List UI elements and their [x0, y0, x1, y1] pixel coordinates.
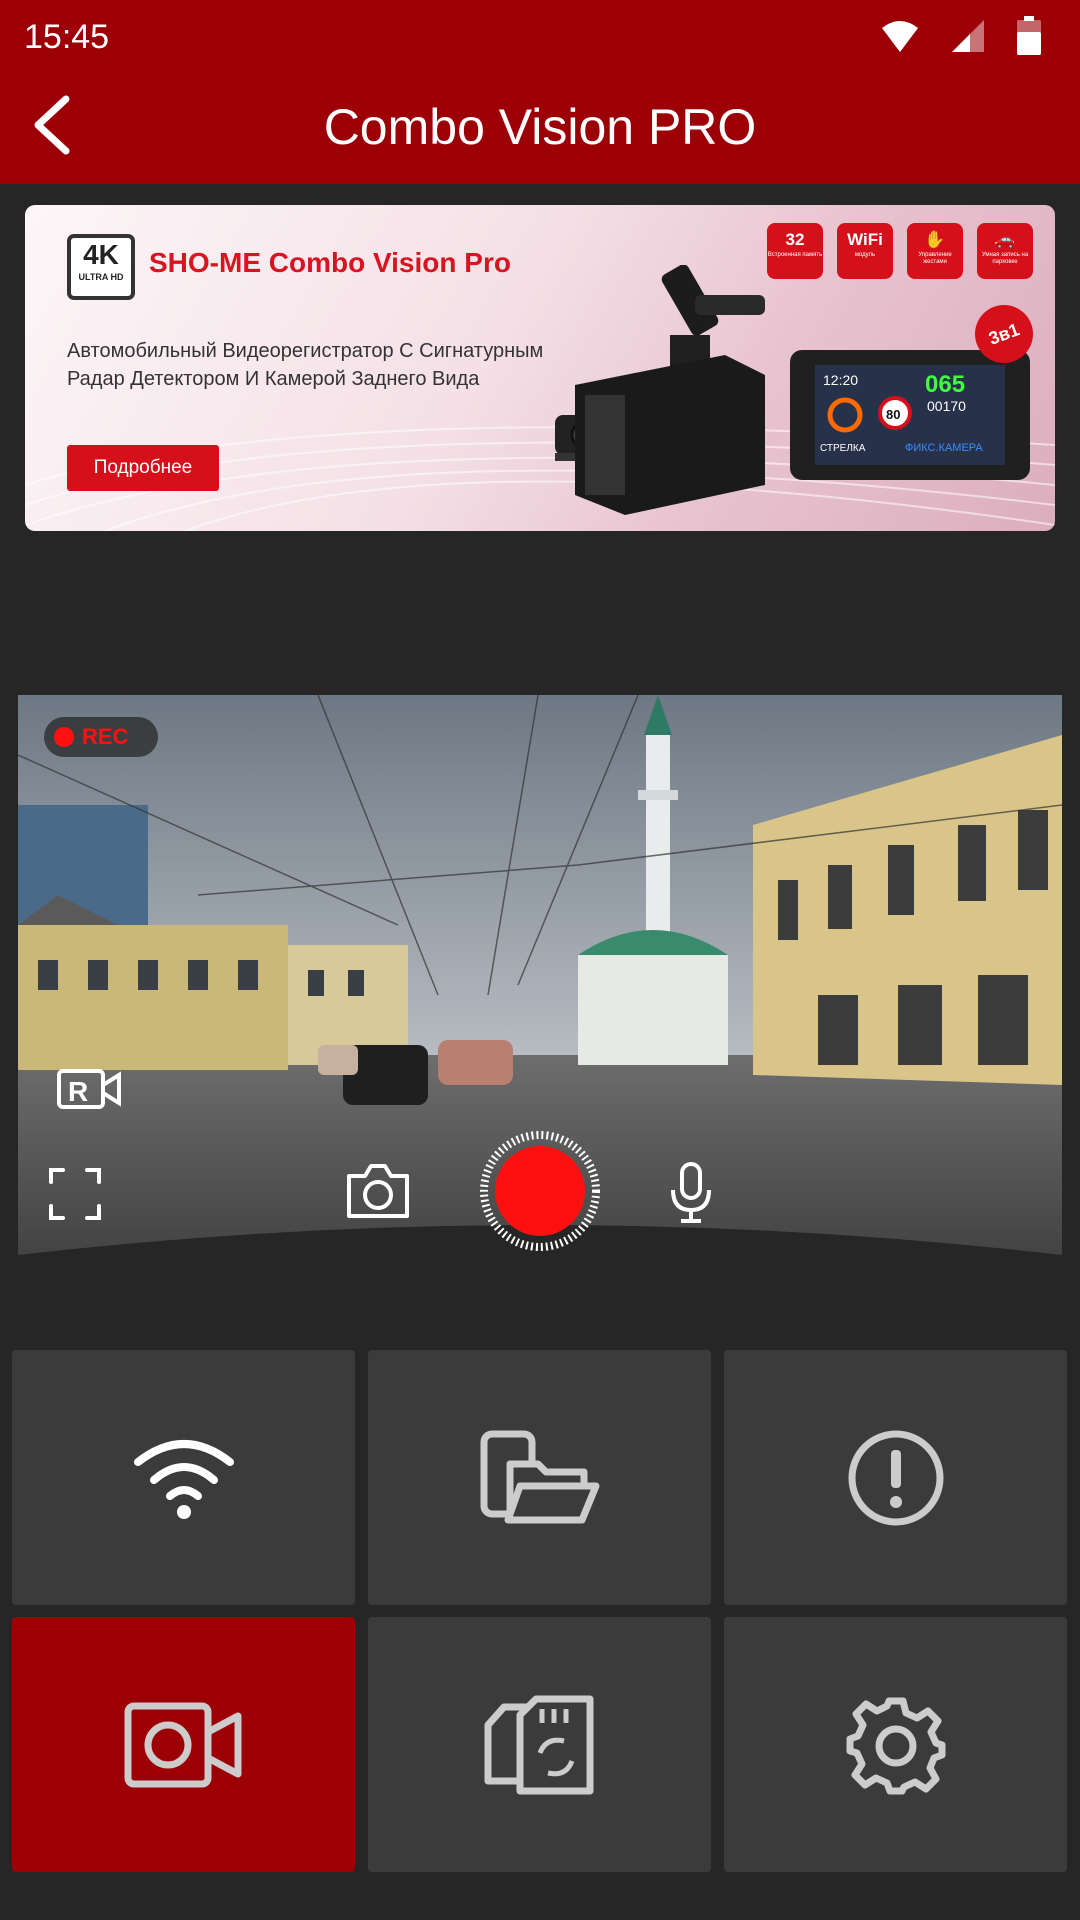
- page-title: Combo Vision PRO: [323, 99, 757, 155]
- info-tile[interactable]: [724, 1350, 1067, 1605]
- cellular-signal-icon: [952, 20, 984, 52]
- function-grid: [12, 1350, 1068, 1872]
- feature-gesture-sub: Управление жестами: [918, 252, 952, 265]
- rec-indicator: REC: [44, 717, 158, 757]
- rear-camera-button[interactable]: R: [54, 1065, 124, 1113]
- sd-card-tile[interactable]: [368, 1617, 711, 1872]
- feature-parking-main: 🚗: [994, 230, 1016, 249]
- status-icons: [880, 16, 1042, 56]
- banner-description: Автомобильный Видеорегистратор С Сигнату…: [67, 340, 544, 390]
- feature-wifi-sub: модуль: [854, 252, 876, 258]
- gear-icon: [846, 1697, 945, 1794]
- record-button[interactable]: [480, 1131, 600, 1251]
- record-video-tile[interactable]: [12, 1617, 355, 1872]
- app-bar: Combo Vision PRO: [0, 76, 1080, 184]
- dashcam-product-image: 12:20 065 80 00170 СТРЕЛКА ФИКС.КАМЕРА: [555, 265, 1030, 515]
- screen-label-left: СТРЕЛКА: [820, 443, 866, 454]
- files-tile[interactable]: [368, 1350, 711, 1605]
- folder-device-icon: [480, 1430, 599, 1523]
- 4k-badge: 4K ULTRA HD: [67, 234, 135, 300]
- live-video-preview[interactable]: REC R: [18, 695, 1062, 1281]
- 4k-badge-text: 4K: [83, 239, 119, 270]
- wifi-icon: [133, 1439, 234, 1519]
- feature-memory-main: 32: [785, 230, 805, 249]
- fullscreen-icon: [49, 1168, 101, 1220]
- screen-limit: 80: [886, 407, 900, 422]
- promo-banner[interactable]: 4K ULTRA HD SHO-ME Combo Vision Pro Авто…: [25, 205, 1055, 531]
- status-time: 15:45: [24, 18, 110, 56]
- rec-label: REC: [82, 724, 129, 749]
- fullscreen-button[interactable]: [46, 1165, 104, 1223]
- wifi-tile[interactable]: [12, 1350, 355, 1605]
- feature-gesture-main: ✋: [924, 230, 946, 249]
- wifi-signal-icon: [882, 21, 918, 52]
- screen-label-right: ФИКС.КАМЕРА: [905, 442, 983, 454]
- battery-icon: [1017, 16, 1041, 55]
- status-bar: 15:45: [0, 0, 1080, 76]
- microphone-button[interactable]: [666, 1161, 716, 1225]
- feature-parking-sub: Умная запись на парковке: [981, 252, 1029, 265]
- svg-text:R: R: [68, 1076, 88, 1107]
- snapshot-button[interactable]: [344, 1161, 412, 1221]
- record-icon: [480, 1131, 600, 1251]
- feature-wifi-main: WiFi: [847, 230, 883, 249]
- feature-memory-sub: Встроенная память: [767, 252, 823, 258]
- camera-icon: [347, 1164, 409, 1218]
- sd-card-sync-icon: [484, 1695, 593, 1794]
- more-button[interactable]: Подробнее: [67, 445, 219, 491]
- screen-speed: 065: [925, 371, 965, 398]
- microphone-icon: [671, 1162, 711, 1223]
- rear-camera-icon: R: [57, 1069, 121, 1109]
- record-video-icon: [124, 1702, 241, 1787]
- ultra-hd-text: ULTRA HD: [78, 272, 124, 282]
- banner-title: SHO-ME Combo Vision Pro: [149, 247, 511, 278]
- rec-dot: [54, 727, 74, 747]
- settings-tile[interactable]: [724, 1617, 1067, 1872]
- screen-time: 12:20: [823, 372, 858, 388]
- screen-distance: 00170: [927, 398, 966, 414]
- alert-icon: [848, 1430, 943, 1525]
